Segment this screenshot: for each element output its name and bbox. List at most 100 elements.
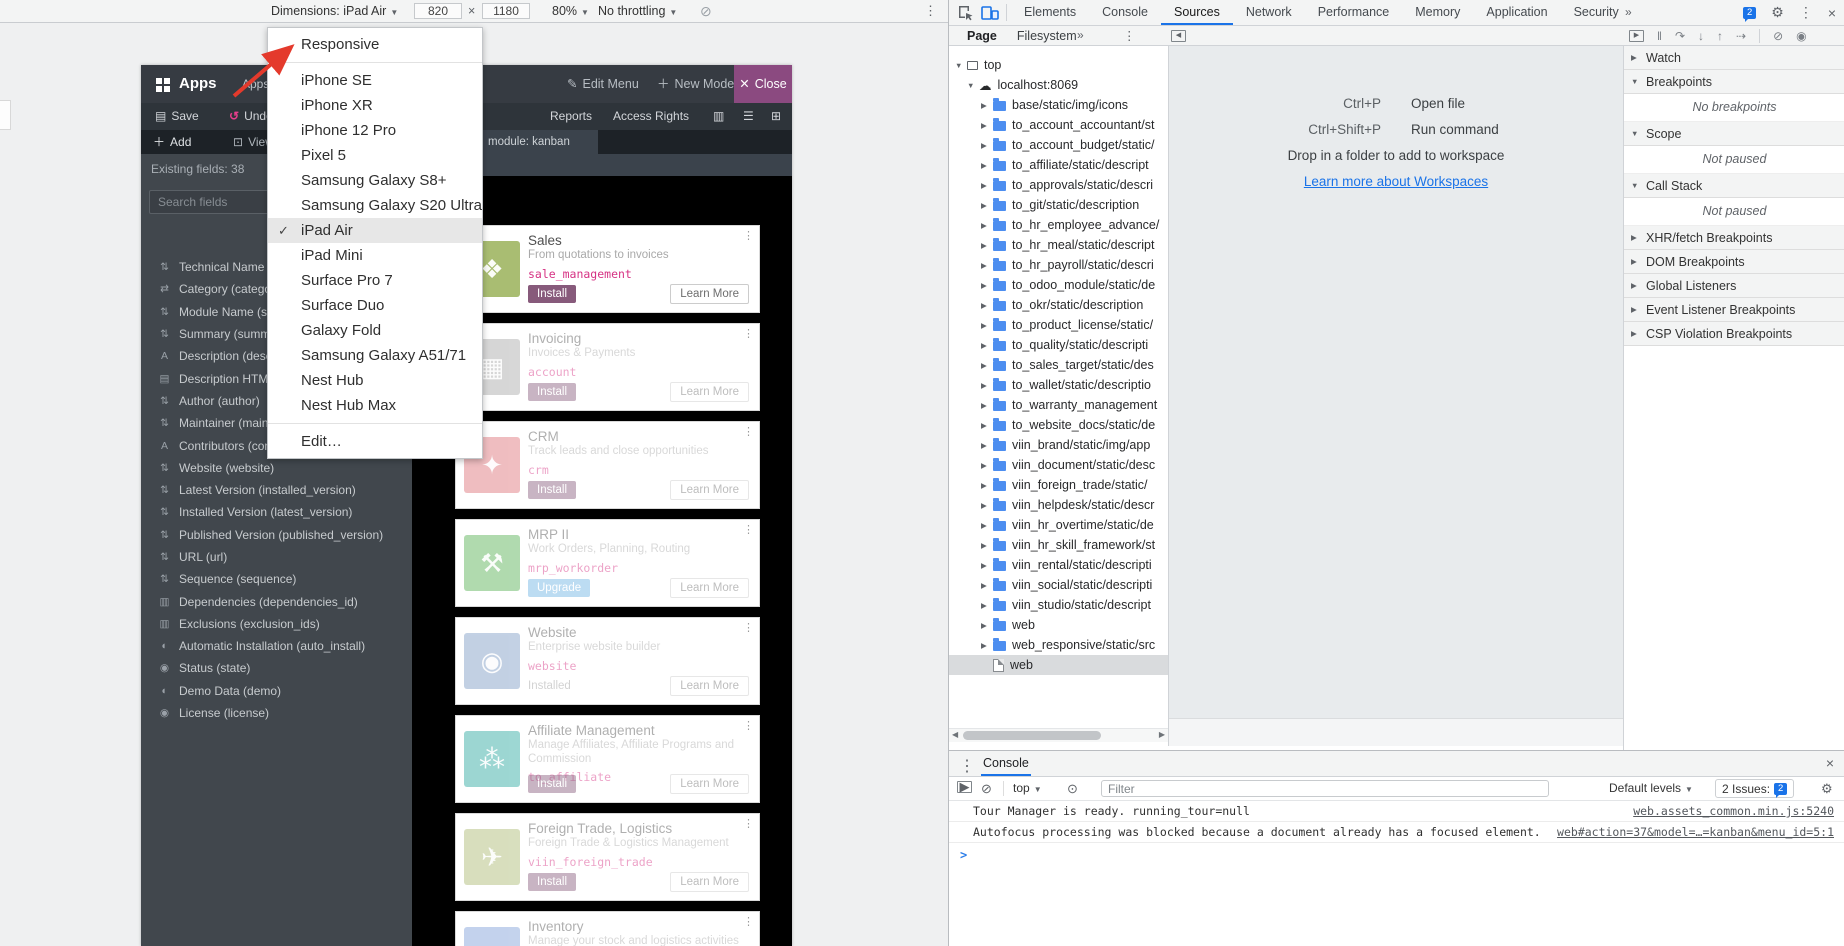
device-menu-item[interactable]: ✓ Samsung Galaxy S20 Ultra [268,193,482,218]
tree-item[interactable]: viin_foreign_trade/static/ [949,475,1168,495]
field-item[interactable]: ⇅ Installed Version (latest_version) [141,501,412,523]
scroll-left-icon[interactable]: ◀ [952,730,958,739]
tree-item[interactable]: to_git/static/description [949,195,1168,215]
device-menu-item[interactable]: ✓ Responsive [268,32,482,57]
card-kebab-icon[interactable]: ⋮ [743,229,754,242]
field-item[interactable]: ⇅ Sequence (sequence) [141,568,412,590]
tree-item[interactable]: to_affiliate/static/descript [949,155,1168,175]
expander-icon[interactable] [981,101,991,110]
scroll-right-icon[interactable]: ▶ [1159,730,1165,739]
install-button[interactable]: Install [528,775,576,793]
tree-item[interactable]: to_product_license/static/ [949,315,1168,335]
learn-more-button[interactable]: Learn More [670,872,749,892]
access-rights-tab[interactable]: Access Rights [613,103,689,130]
expander-icon[interactable] [981,401,991,410]
debugger-section-header[interactable]: CSP Violation Breakpoints [1624,322,1844,346]
navigator-menu-icon[interactable]: ⋮ [1109,28,1150,43]
device-menu-item[interactable]: ✓ Nest Hub Max [268,393,482,418]
tree-item[interactable]: to_account_accountant/st [949,115,1168,135]
card-kebab-icon[interactable]: ⋮ [743,425,754,438]
workspaces-link[interactable]: Learn more about Workspaces [1169,174,1623,189]
module-kanban-tab[interactable]: module: kanban [478,130,598,154]
pause-script-icon[interactable]: ‖ [1657,29,1662,43]
list-view-icon[interactable]: ☰ [743,103,754,130]
device-menu-item[interactable]: ✓ Edit… [268,429,482,454]
step-into-icon[interactable]: ↓ [1698,29,1704,43]
expander-icon[interactable] [981,361,991,370]
debugger-section-header[interactable]: Global Listeners [1624,274,1844,298]
field-item[interactable]: ◐ Automatic Installation (auto_install) [141,635,412,657]
devtools-tab[interactable]: Sources [1161,0,1233,25]
learn-more-button[interactable]: Learn More [670,676,749,696]
expander-icon[interactable] [981,121,991,130]
drawer-menu-icon[interactable]: ⋮ [959,756,975,776]
expander-icon[interactable] [981,201,991,210]
install-button[interactable]: Install [528,285,576,303]
debugger-section-header[interactable]: XHR/fetch Breakpoints [1624,226,1844,250]
device-menu-item[interactable]: ✓ Galaxy Fold [268,318,482,343]
show-debugger-sidebar-icon[interactable]: ▶ [1629,30,1644,42]
field-item[interactable]: ◐ Demo Data (demo) [141,680,412,702]
tree-item[interactable]: to_hr_meal/static/descript [949,235,1168,255]
card-kebab-icon[interactable]: ⋮ [743,719,754,732]
device-menu-item[interactable]: ✓ iPhone 12 Pro [268,118,482,143]
tree-item[interactable]: to_hr_employee_advance/ [949,215,1168,235]
expander-icon[interactable] [955,61,965,70]
live-expression-eye-icon[interactable]: ⊙ [1067,781,1078,797]
expander-icon[interactable] [981,481,991,490]
console-message-source-link[interactable]: web.assets_common.min.js:5240 [1633,804,1834,818]
expander-icon[interactable] [981,341,991,350]
save-button[interactable]: ▤Save [155,103,199,130]
device-toolbar-toggle-icon[interactable] [981,5,999,21]
expander-icon[interactable] [981,621,991,630]
zoom-select[interactable]: 80%▼ [552,0,589,24]
expander-icon[interactable] [981,601,991,610]
tree-item[interactable]: viin_helpdesk/static/descr [949,495,1168,515]
reports-tab[interactable]: Reports [550,103,592,130]
expander-icon[interactable] [981,281,991,290]
throttling-select[interactable]: No throttling▼ [598,0,677,24]
expander-icon[interactable] [981,141,991,150]
device-menu-item[interactable]: ✓ Nest Hub [268,368,482,393]
drawer-close-icon[interactable]: × [1826,755,1834,771]
debugger-section-header[interactable]: Event Listener Breakpoints [1624,298,1844,322]
width-input[interactable] [414,3,462,19]
pause-on-exceptions-icon[interactable]: ◉ [1796,29,1806,43]
field-item[interactable]: ⇅ Published Version (published_version) [141,524,412,546]
height-input[interactable] [482,3,530,19]
tree-item[interactable]: top [949,55,1168,75]
device-menu-item[interactable]: ✓ Pixel 5 [268,143,482,168]
tree-item[interactable]: viin_studio/static/descript [949,595,1168,615]
console-context-select[interactable]: top▼ [1013,777,1042,801]
add-tab[interactable]: ＋Add [153,130,191,154]
device-menu-item[interactable]: ✓ Samsung Galaxy A51/71 [268,343,482,368]
tree-item[interactable]: viin_social/static/descripti [949,575,1168,595]
card-kebab-icon[interactable]: ⋮ [743,915,754,928]
field-item[interactable]: ◉ License (license) [141,702,412,724]
grid-view-icon[interactable]: ⊞ [771,103,781,130]
more-tabs-icon[interactable]: » [1625,0,1632,24]
tree-item[interactable]: viin_hr_skill_framework/st [949,535,1168,555]
device-select[interactable]: Dimensions: iPad Air▼ [271,0,398,24]
devtools-tab[interactable]: Elements [1011,0,1089,25]
field-item[interactable]: ▥ Dependencies (dependencies_id) [141,590,412,612]
expander-icon[interactable] [981,221,991,230]
clear-console-icon[interactable]: ⊘ [981,781,992,797]
expander-icon[interactable] [981,241,991,250]
tree-item[interactable]: to_okr/static/description [949,295,1168,315]
new-model-button[interactable]: ＋New Model [657,65,737,103]
expander-icon[interactable] [981,561,991,570]
tree-item[interactable]: to_website_docs/static/de [949,415,1168,435]
card-kebab-icon[interactable]: ⋮ [743,817,754,830]
debugger-section-header[interactable]: Watch [1624,46,1844,70]
device-menu-item[interactable]: ✓ iPad Mini [268,243,482,268]
install-button[interactable]: Install [528,383,576,401]
studio-close-button[interactable]: ✕Close [734,65,792,103]
tree-item[interactable]: to_odoo_module/static/de [949,275,1168,295]
devtools-tab[interactable]: Performance [1305,0,1403,25]
expander-icon[interactable] [981,581,991,590]
expander-icon[interactable] [981,541,991,550]
tree-item[interactable]: to_hr_payroll/static/descri [949,255,1168,275]
debugger-section-header[interactable]: Breakpoints [1624,70,1844,94]
device-menu-item[interactable]: ✓ Surface Pro 7 [268,268,482,293]
